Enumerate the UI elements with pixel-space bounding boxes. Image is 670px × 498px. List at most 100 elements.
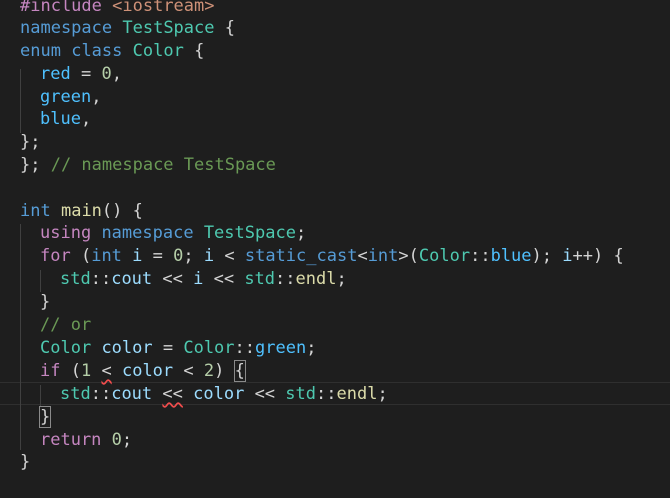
code-line-4[interactable]: red = 0, bbox=[40, 63, 122, 86]
number: 1 bbox=[80, 361, 92, 381]
indent-guide bbox=[20, 69, 21, 133]
code-line-11[interactable]: using namespace TestSpace; bbox=[40, 222, 306, 245]
code-line-7[interactable]: }; bbox=[20, 131, 40, 154]
punctuation: ; bbox=[377, 384, 388, 404]
function-name: endl bbox=[295, 269, 337, 289]
code-line-17[interactable]: if (1 < color < 2) { bbox=[40, 360, 246, 383]
code-line-13[interactable]: std::cout << i << std::endl; bbox=[60, 268, 347, 291]
variable: color bbox=[193, 384, 245, 404]
brace: { bbox=[214, 18, 235, 38]
scope-operator: :: bbox=[316, 384, 337, 404]
namespace-name: std bbox=[244, 269, 276, 289]
code-line-20[interactable]: return 0; bbox=[40, 429, 132, 452]
code-editor[interactable]: #include <iostream> namespace TestSpace … bbox=[0, 0, 670, 498]
matched-bracket: } bbox=[38, 406, 52, 428]
code-line-6[interactable]: blue, bbox=[40, 108, 91, 131]
punctuation: () { bbox=[101, 201, 143, 221]
operator: < bbox=[173, 361, 204, 381]
punctuation: >( bbox=[398, 246, 419, 266]
namespace-name: std bbox=[60, 269, 91, 289]
code-line-15[interactable]: // or bbox=[40, 314, 91, 337]
variable: i bbox=[193, 269, 204, 289]
enum-name: Color bbox=[132, 41, 184, 61]
number: 0 bbox=[101, 64, 112, 84]
keyword: namespace bbox=[101, 223, 194, 243]
code-line-2[interactable]: namespace TestSpace { bbox=[20, 17, 235, 40]
punctuation: , bbox=[80, 109, 92, 129]
scope-operator: :: bbox=[90, 384, 112, 404]
operator: << bbox=[244, 384, 286, 404]
keyword: int bbox=[91, 246, 122, 266]
code-line-12[interactable]: for (int i = 0; i < static_cast<int>(Col… bbox=[40, 245, 624, 268]
variable: i bbox=[203, 246, 215, 266]
variable: cout bbox=[111, 269, 153, 289]
operator: = bbox=[142, 246, 174, 266]
matched-bracket: { bbox=[233, 360, 246, 382]
scope-operator: :: bbox=[470, 246, 491, 266]
enum-member: green bbox=[255, 338, 307, 358]
function-name: main bbox=[60, 201, 102, 221]
punctuation: }; bbox=[20, 132, 41, 152]
number: 0 bbox=[173, 246, 184, 266]
variable: color bbox=[121, 361, 174, 381]
brace: { bbox=[183, 41, 205, 61]
punctuation: , bbox=[91, 87, 102, 107]
comment: // or bbox=[40, 315, 92, 335]
keyword: for bbox=[40, 246, 71, 266]
operator: = bbox=[70, 64, 102, 84]
punctuation: ; bbox=[336, 269, 347, 289]
keyword: static_cast bbox=[244, 246, 358, 266]
type-name: Color bbox=[40, 338, 92, 358]
punctuation: ); bbox=[531, 246, 563, 266]
code-line-18[interactable]: std::cout << color << std::endl; bbox=[60, 383, 388, 406]
keyword: using bbox=[40, 223, 92, 243]
variable: i bbox=[562, 246, 573, 266]
brace: } bbox=[40, 292, 51, 312]
error-squiggle-operator[interactable]: < bbox=[101, 361, 111, 381]
punctuation: ( bbox=[60, 361, 81, 381]
enum-member: green bbox=[40, 87, 92, 107]
variable: i bbox=[132, 246, 143, 266]
code-line-1[interactable]: #include <iostream> bbox=[20, 0, 215, 18]
operator: << bbox=[152, 269, 194, 289]
scope-operator: :: bbox=[234, 338, 256, 358]
enum-member: blue bbox=[40, 109, 81, 129]
scope-operator: :: bbox=[275, 269, 296, 289]
keyword: if bbox=[40, 361, 61, 381]
punctuation: ; bbox=[295, 223, 307, 243]
preprocessor-directive: #include bbox=[20, 0, 102, 16]
punctuation: < bbox=[357, 246, 368, 266]
namespace-name: std bbox=[285, 384, 316, 404]
namespace-name: TestSpace bbox=[203, 223, 296, 243]
operator: ++ bbox=[572, 246, 593, 266]
enum-member: blue bbox=[490, 246, 532, 266]
variable: cout bbox=[111, 384, 153, 404]
punctuation: ; bbox=[306, 338, 317, 358]
keyword: int bbox=[20, 201, 51, 221]
error-squiggle-operator[interactable]: << bbox=[162, 384, 182, 404]
code-line-10[interactable]: int main() { bbox=[20, 200, 143, 223]
keyword: return bbox=[40, 430, 102, 450]
code-line-3[interactable]: enum class Color { bbox=[20, 40, 204, 63]
punctuation: ( bbox=[70, 246, 92, 266]
operator: < bbox=[214, 246, 245, 266]
code-line-21[interactable]: } bbox=[20, 451, 30, 474]
punctuation: ; bbox=[121, 430, 133, 450]
code-line-14[interactable]: } bbox=[40, 291, 50, 314]
punctuation: ; bbox=[183, 246, 204, 266]
namespace-name: TestSpace bbox=[122, 18, 215, 38]
punctuation: ) bbox=[214, 361, 235, 381]
code-line-5[interactable]: green, bbox=[40, 86, 101, 109]
keyword: enum bbox=[20, 41, 61, 61]
code-line-16[interactable]: Color color = Color::green; bbox=[40, 337, 316, 360]
code-line-19[interactable]: } bbox=[38, 406, 52, 429]
code-line-8[interactable]: }; // namespace TestSpace bbox=[20, 154, 276, 177]
indent-guide bbox=[20, 224, 21, 450]
scope-operator: :: bbox=[90, 269, 112, 289]
keyword: class bbox=[71, 41, 123, 61]
number: 2 bbox=[203, 361, 215, 381]
